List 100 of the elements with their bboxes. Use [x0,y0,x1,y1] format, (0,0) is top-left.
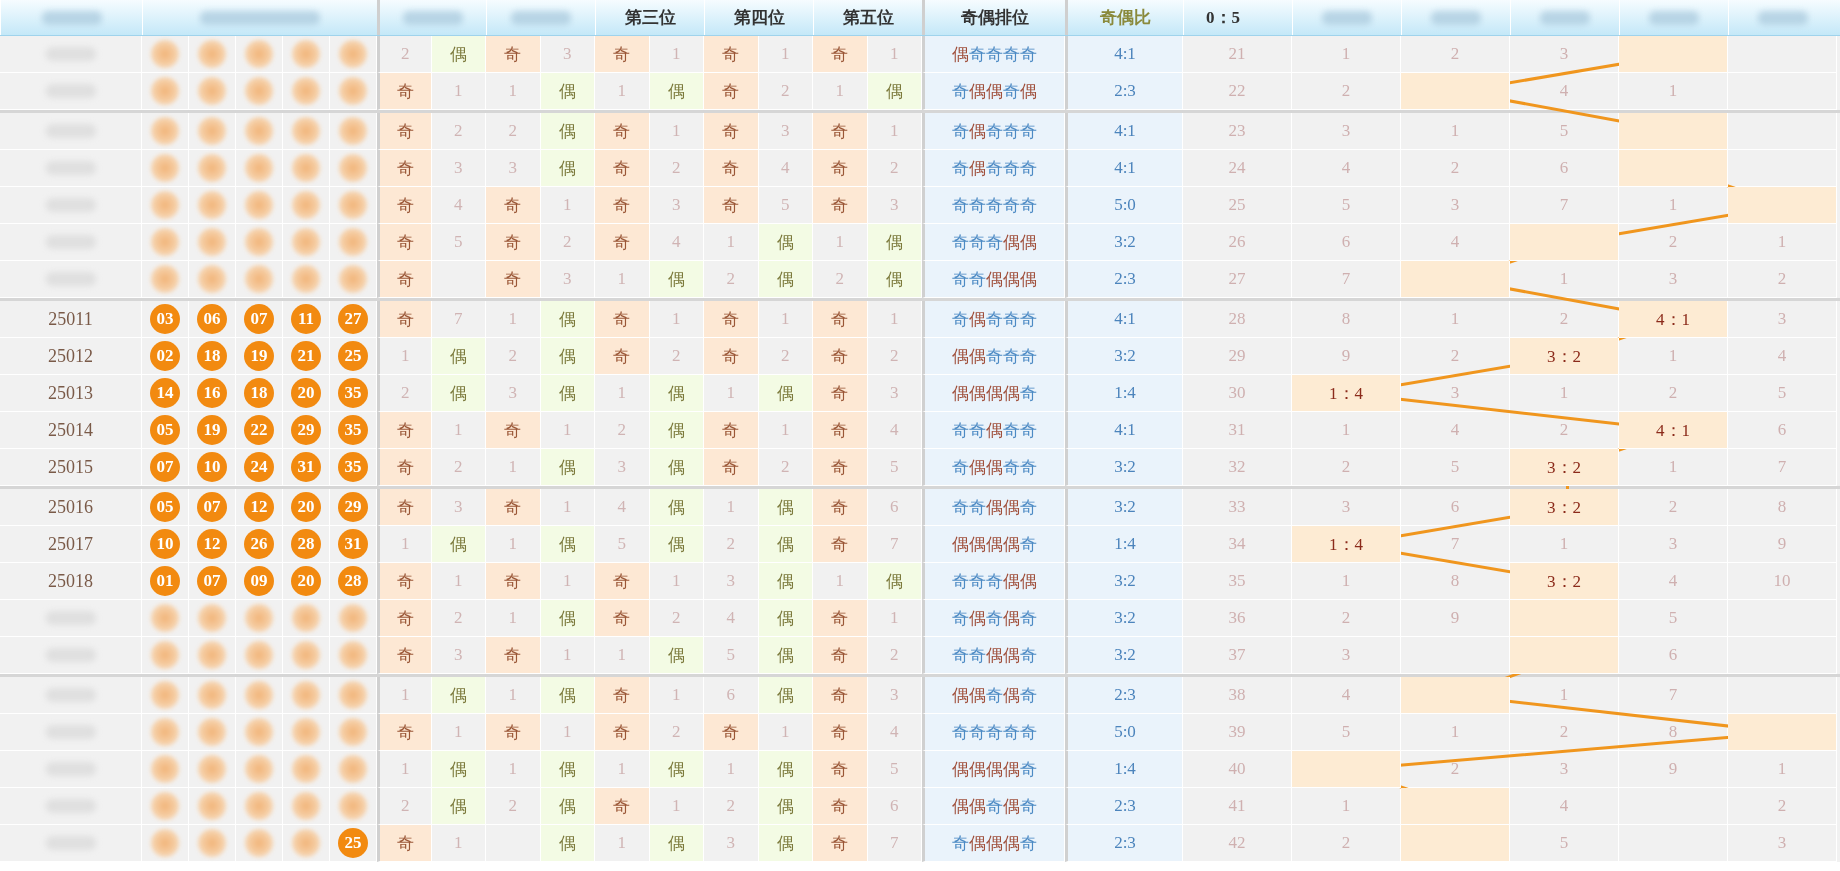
pattern-cell: 奇奇奇奇奇 [922,714,1065,751]
number-ball: 02 [150,341,180,371]
number-ball: 20 [291,378,321,408]
parity-cell: 偶 [758,526,813,563]
column-header: 第四位 [733,7,785,29]
parity-cell: 奇 [595,338,650,375]
parity-cell: 奇 [704,113,759,150]
parity-cell: 偶 [540,751,595,788]
parity-cell: 偶 [540,677,595,714]
miss-count-cell: 1 [758,36,813,73]
parity-cell: 奇 [595,301,650,338]
miss-count-cell: 5 [867,751,922,788]
ratio-hit-cell: 3：2 [1510,563,1619,600]
ratio-cell: 3:2 [1065,449,1183,486]
number-ball: 21 [291,341,321,371]
ratio-cell: 3:2 [1065,224,1183,261]
miss-count-cell: 2 [486,788,541,825]
miss-count-cell: 1 [486,526,541,563]
number-ball: 06 [197,304,227,334]
parity-cell: 奇 [377,825,432,862]
parity-cell: 偶 [540,788,595,825]
ratio-hit-cell: 3：2 [1510,489,1619,526]
miss-count-cell: 3 [867,677,922,714]
number-ball: 03 [150,304,180,334]
miss-count-cell: 1 [867,36,922,73]
miss-count-cell: 3 [649,187,704,224]
miss-count-cell: 4 [704,600,759,637]
miss-count-cell: 2 [867,150,922,187]
ratio-cell: 2:3 [1065,788,1183,825]
miss-count-cell: 1 [377,677,432,714]
parity-cell: 偶 [540,113,595,150]
miss-count-cell: 2 [758,449,813,486]
parity-cell: 偶 [431,338,486,375]
pattern-cell: 奇偶偶偶奇 [922,825,1065,862]
parity-cell: 奇 [377,224,432,261]
miss-count-cell: 1 [595,751,650,788]
miss-count-cell: 1 [377,751,432,788]
pattern-cell: 奇奇偶偶偶 [922,261,1065,298]
miss-count-cell: 5 [704,637,759,674]
miss-count-cell: 6 [867,489,922,526]
miss-count-cell: 3 [486,150,541,187]
parity-cell: 偶 [540,600,595,637]
issue-number: 25018 [48,570,93,592]
parity-cell: 偶 [649,412,704,449]
miss-count-cell: 2 [595,412,650,449]
miss-count-cell: 1 [486,73,541,110]
parity-cell: 偶 [431,677,486,714]
parity-cell: 奇 [813,489,868,526]
pattern-cell: 偶偶奇奇奇 [922,338,1065,375]
parity-cell: 奇 [813,150,868,187]
miss-count-cell: 2 [649,600,704,637]
pattern-cell: 奇偶奇奇奇 [922,150,1065,187]
miss-count-cell: 1 [540,187,595,224]
miss-count-cell: 1 [758,301,813,338]
parity-cell: 奇 [486,412,541,449]
parity-cell: 奇 [704,150,759,187]
parity-cell: 奇 [377,714,432,751]
pattern-cell: 偶偶奇偶奇 [922,677,1065,714]
miss-count-cell: 1 [486,301,541,338]
parity-cell: 奇 [595,113,650,150]
pattern-cell: 奇奇偶偶奇 [922,489,1065,526]
parity-cell: 偶 [540,150,595,187]
column-header: 奇偶排位 [961,7,1029,29]
parity-cell: 偶 [649,73,704,110]
pattern-cell: 奇偶偶奇奇 [922,449,1065,486]
parity-cell: 奇 [486,563,541,600]
number-ball: 11 [291,304,321,334]
parity-cell: 奇 [486,36,541,73]
miss-count-cell: 1 [540,563,595,600]
pattern-cell: 偶偶奇偶奇 [922,788,1065,825]
miss-count-cell: 1 [486,600,541,637]
parity-cell: 奇 [595,714,650,751]
parity-cell: 奇 [486,714,541,751]
miss-count-cell: 2 [431,113,486,150]
ratio-hit-cell: 4：1 [1619,301,1728,338]
pattern-cell: 偶偶偶偶奇 [922,751,1065,788]
number-ball: 07 [197,566,227,596]
ratio-hit-cell: 1：4 [1292,526,1401,563]
parity-cell: 偶 [649,751,704,788]
miss-count-cell: 4 [595,489,650,526]
number-ball: 10 [150,529,180,559]
miss-count-cell: 5 [431,224,486,261]
ratio-cell: 4:1 [1065,412,1183,449]
miss-count-cell: 1 [431,73,486,110]
miss-count-cell: 1 [595,261,650,298]
number-ball: 28 [291,529,321,559]
parity-cell: 偶 [649,526,704,563]
miss-count-cell: 1 [540,412,595,449]
parity-cell: 奇 [595,150,650,187]
miss-count-cell: 1 [486,677,541,714]
ratio-cell: 1:4 [1065,375,1183,412]
parity-cell: 偶 [758,788,813,825]
parity-cell: 奇 [704,338,759,375]
miss-count-cell: 2 [377,375,432,412]
parity-cell: 奇 [813,825,868,862]
parity-cell: 偶 [431,526,486,563]
miss-count-cell: 1 [377,338,432,375]
miss-count-cell: 7 [867,526,922,563]
pattern-cell: 奇奇奇奇奇 [922,187,1065,224]
issue-number: 25011 [48,308,93,330]
